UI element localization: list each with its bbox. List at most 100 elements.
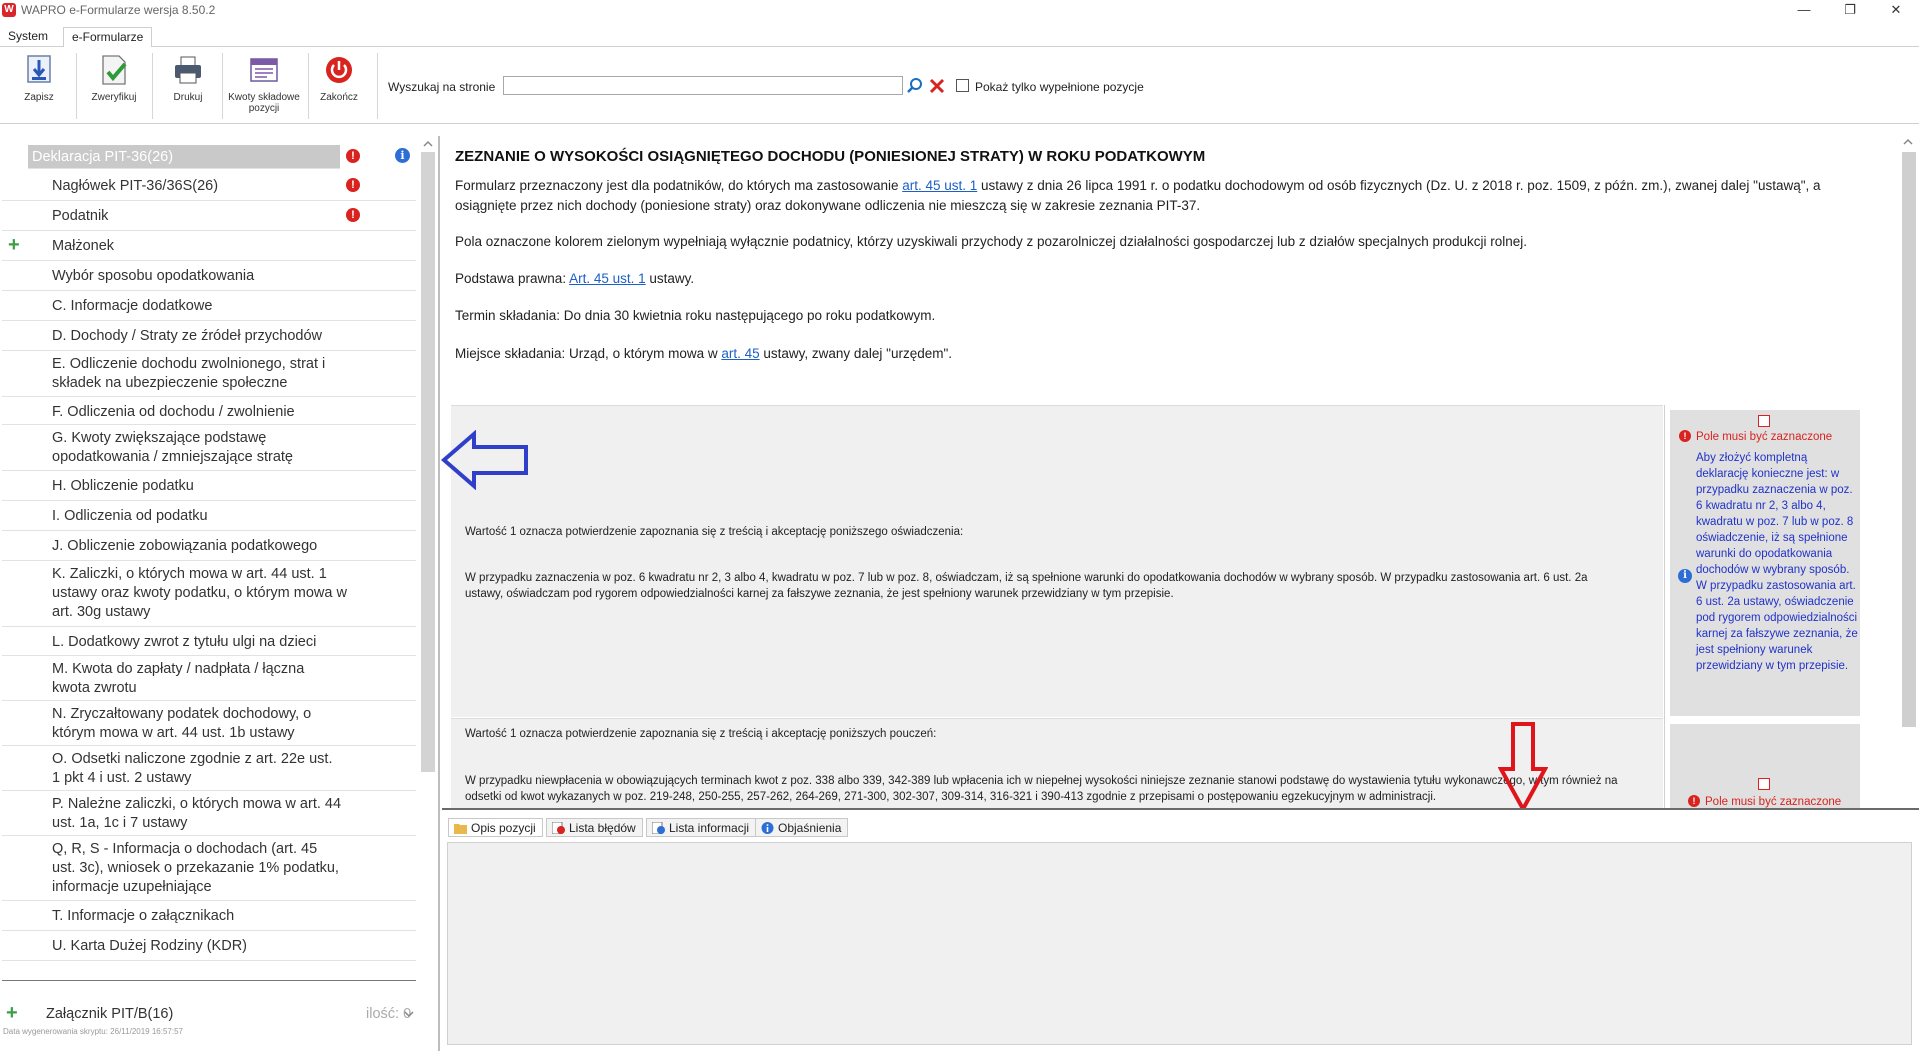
close-button[interactable]: ✕ [1873, 0, 1919, 22]
nav-item-section-t[interactable]: T. Informacje o załącznikach [2, 902, 416, 931]
component-amounts-button[interactable]: Kwoty składowe pozycji [226, 54, 302, 120]
restore-button[interactable]: ❐ [1827, 0, 1873, 22]
table-icon [250, 58, 278, 82]
tab-info-list[interactable]: Lista informacji [646, 818, 757, 837]
link-art-45-ust-1[interactable]: art. 45 ust. 1 [902, 178, 977, 193]
search-icon[interactable] [906, 77, 924, 95]
nav-item-label: Q, R, S - Informacja o dochodach (art. 4… [52, 841, 339, 895]
link-art-45[interactable]: art. 45 [721, 346, 759, 361]
content-scrollbar-thumb[interactable] [1902, 152, 1916, 727]
nav-item-label: L. Dodatkowy zwrot z tytułu ulgi na dzie… [52, 634, 317, 650]
nav-item-section-m[interactable]: M. Kwota do zapłaty / nadpłata / łączna … [2, 657, 416, 701]
scroll-up-icon[interactable] [423, 140, 433, 148]
scroll-down-icon[interactable] [404, 1010, 414, 1018]
nav-item-taxpayer[interactable]: Podatnik ! [2, 202, 416, 231]
nav-item-section-n[interactable]: N. Zryczałtowany podatek dochodowy, o kt… [2, 702, 416, 746]
toolbar-separator [152, 53, 153, 119]
nav-item-label: G. Kwoty zwiększające podstawę opodatkow… [52, 430, 293, 465]
print-button[interactable]: Drukuj [164, 54, 212, 120]
info-icon [761, 822, 774, 834]
power-icon [326, 57, 352, 83]
expand-plus-icon[interactable]: + [6, 1003, 18, 1023]
nav-item-section-u[interactable]: U. Karta Dużej Rodziny (KDR) [2, 932, 416, 961]
nav-item-section-k[interactable]: K. Zaliczki, o których mowa w art. 44 us… [2, 562, 416, 627]
toolbar-separator [222, 53, 223, 119]
green-fields-note: Pola oznaczone kolorem zielonym wypełnia… [455, 234, 1528, 249]
nav-item-section-f[interactable]: F. Odliczenia od dochodu / zwolnienie [2, 398, 416, 425]
nav-item-label: O. Odsetki naliczone zgodnie z art. 22e … [52, 751, 333, 786]
tab-label: Opis pozycji [471, 821, 536, 835]
completeness-note: Aby złożyć kompletną deklarację konieczn… [1696, 452, 1858, 672]
save-label: Zapisz [24, 92, 54, 103]
scroll-up-icon[interactable] [1903, 138, 1913, 146]
error-icon: ! [1688, 795, 1700, 807]
print-label: Drukuj [173, 92, 203, 103]
verify-button[interactable]: Zweryfikuj [86, 54, 142, 120]
section-1-heading: Wartość 1 oznacza potwierdzenie zapoznan… [465, 526, 964, 538]
nav-item-section-qrs[interactable]: Q, R, S - Informacja o dochodach (art. 4… [2, 837, 416, 901]
filled-only-checkbox[interactable] [956, 79, 969, 92]
nav-item-section-h[interactable]: H. Obliczenie podatku [2, 472, 416, 501]
nav-item-label: C. Informacje dodatkowe [52, 298, 213, 314]
nav-item-spouse[interactable]: + Małżonek [2, 232, 416, 261]
nav-root-declaration[interactable]: Deklaracja PIT-36(26) [28, 145, 340, 169]
tab-error-list[interactable]: Lista błędów [546, 818, 643, 837]
link-art-45-ust-1[interactable]: Art. 45 ust. 1 [569, 271, 646, 286]
attachment-label[interactable]: Załącznik PIT/B(16) [46, 1006, 173, 1022]
nav-item-header[interactable]: Nagłówek PIT-36/36S(26) ! [2, 172, 416, 201]
section-1-body: W przypadku zaznaczenia w poz. 6 kwadrat… [465, 572, 1588, 600]
nav-item-section-l[interactable]: L. Dodatkowy zwrot z tytułu ulgi na dzie… [2, 628, 416, 656]
section-2-checkbox[interactable] [1758, 778, 1770, 790]
app-logo-icon: W [2, 3, 16, 17]
tab-explanations[interactable]: Objaśnienia [755, 818, 849, 837]
save-button[interactable]: Zapisz [14, 54, 64, 120]
nav-item-label: Podatnik [52, 208, 109, 224]
nav-item-section-o[interactable]: O. Odsetki naliczone zgodnie z art. 22e … [2, 747, 416, 791]
minimize-button[interactable]: — [1781, 0, 1827, 22]
tab-label: Lista błędów [569, 821, 636, 835]
nav-item-label: U. Karta Dużej Rodziny (KDR) [52, 938, 247, 954]
nav-item-section-i[interactable]: I. Odliczenia od podatku [2, 502, 416, 531]
section-1-checkbox[interactable] [1758, 415, 1770, 427]
panel-splitter[interactable] [438, 136, 440, 1051]
toolbar-separator [377, 53, 378, 119]
nav-item-taxation-method[interactable]: Wybór sposobu opodatkowania [2, 262, 416, 291]
tab-e-formularze[interactable]: e-Formularze [63, 27, 153, 48]
expand-plus-icon[interactable]: + [8, 235, 20, 255]
column-divider [1664, 405, 1665, 808]
tab-label: Objaśnienia [778, 821, 842, 835]
submission-place: Miejsce składania: Urząd, o którym mowa … [455, 344, 952, 364]
nav-item-label: T. Informacje o załącznikach [52, 908, 235, 924]
error-list-icon [552, 822, 565, 834]
nav-item-label: Wybór sposobu opodatkowania [52, 268, 255, 284]
tab-item-description[interactable]: Opis pozycji [448, 818, 543, 837]
toolbar-separator [308, 53, 309, 119]
intro-text: Formularz przeznaczony jest dla podatnik… [455, 178, 903, 193]
section-2-body: W przypadku niewpłacenia w obowiązującyc… [465, 775, 1618, 803]
nav-item-section-j[interactable]: J. Obliczenie zobowiązania podatkowego [2, 532, 416, 561]
deadline-text: Termin składania: Do dnia 30 kwietnia ro… [455, 308, 936, 323]
error-icon: ! [346, 149, 360, 163]
exit-button[interactable]: Zakończ [314, 54, 364, 120]
tab-system[interactable]: System [0, 27, 56, 47]
clear-search-icon[interactable] [928, 77, 946, 95]
component-amounts-label: Kwoty składowe pozycji [228, 92, 300, 114]
down-arrow-annotation-icon [1498, 722, 1548, 813]
tab-label: Lista informacji [669, 821, 750, 835]
required-field-message: Pole musi być zaznaczone [1705, 796, 1842, 808]
nav-item-section-c[interactable]: C. Informacje dodatkowe [2, 292, 416, 321]
nav-scrollbar-thumb[interactable] [421, 152, 435, 772]
nav-item-section-p[interactable]: P. Należne zaliczki, o których mowa w ar… [2, 792, 416, 836]
nav-item-label: J. Obliczenie zobowiązania podatkowego [52, 538, 318, 554]
nav-item-label: M. Kwota do zapłaty / nadpłata / łączna … [52, 661, 305, 696]
error-icon: ! [346, 208, 360, 222]
nav-item-section-d[interactable]: D. Dochody / Straty ze źródeł przychodów [2, 322, 416, 351]
nav-item-section-g[interactable]: G. Kwoty zwiększające podstawę opodatkow… [2, 426, 416, 471]
nav-item-label: Nagłówek PIT-36/36S(26) [52, 178, 219, 194]
search-input[interactable] [503, 76, 903, 95]
submission-place-text: ustawy, zwany dalej "urzędem". [759, 346, 953, 361]
intro-paragraph: Formularz przeznaczony jest dla podatnik… [455, 176, 1880, 216]
legal-basis-text: ustawy. [645, 271, 695, 286]
nav-item-section-e[interactable]: E. Odliczenie dochodu zwolnionego, strat… [2, 352, 416, 397]
save-icon [27, 55, 51, 83]
